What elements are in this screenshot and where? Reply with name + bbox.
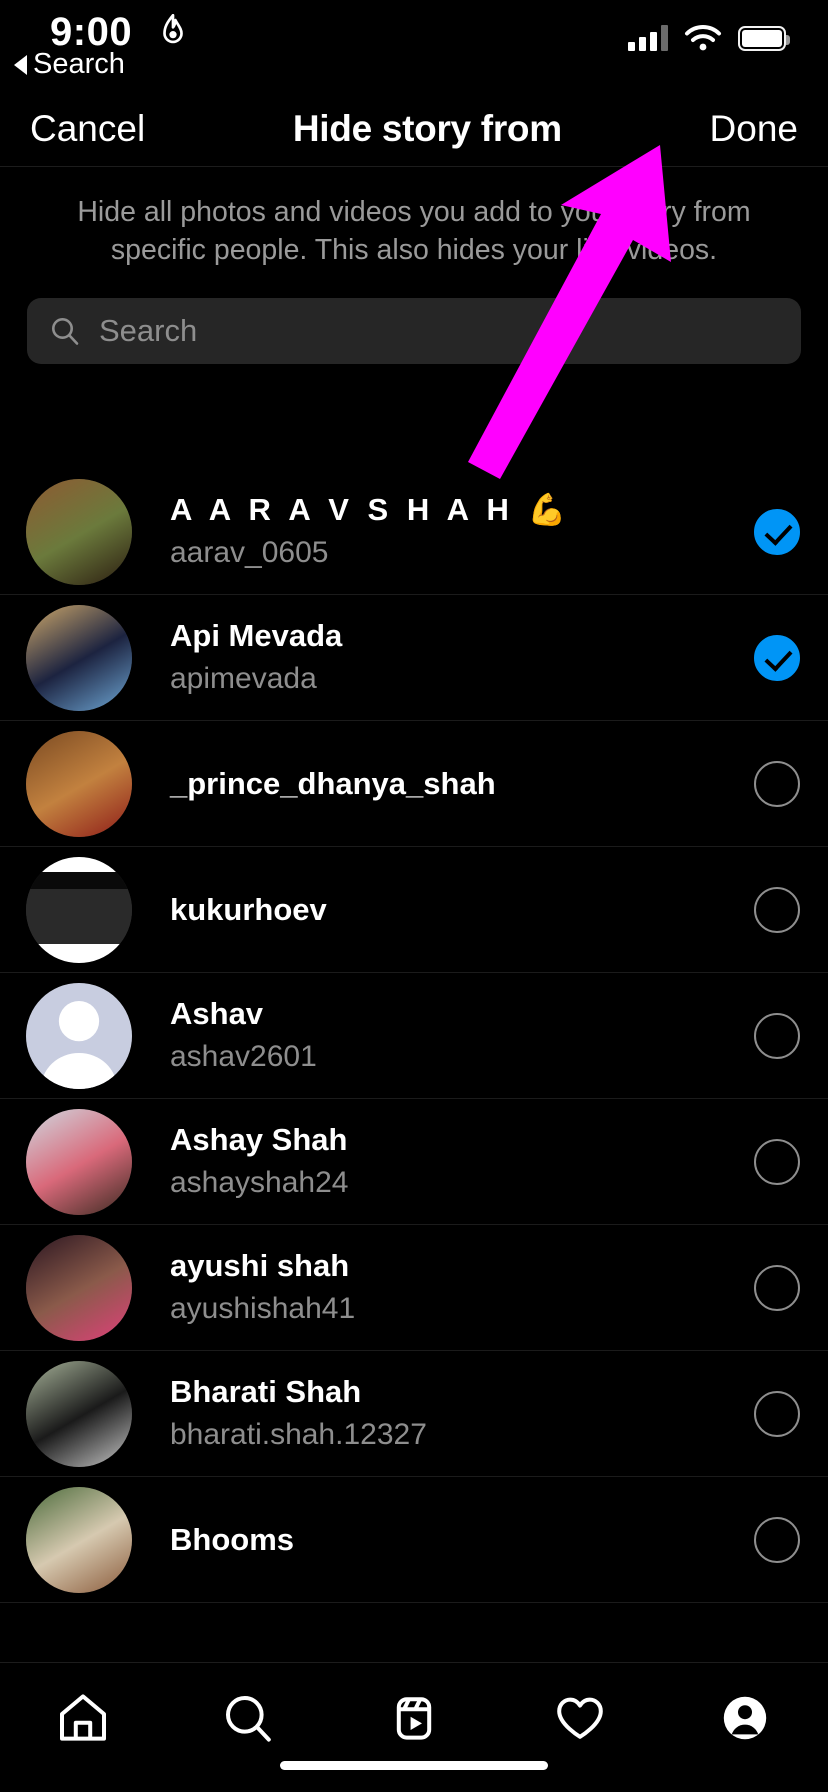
checkbox-unchecked-icon[interactable]: [754, 886, 800, 933]
page-title: Hide story from: [292, 108, 562, 149]
home-indicator: [280, 1761, 548, 1770]
user-names: Ashay Shah ashayshah24: [132, 1121, 754, 1202]
reels-icon: [396, 1697, 432, 1740]
avatar-image: [26, 1486, 132, 1593]
user-username: _prince_dhanya_shah: [170, 765, 496, 801]
avatar-image: [26, 982, 132, 1089]
avatar: [26, 856, 132, 963]
tab-search[interactable]: [166, 1683, 332, 1753]
user-row[interactable]: Api Mevada apimevada: [0, 595, 828, 721]
avatar: [26, 1486, 132, 1593]
user-names: Ashav ashav2601: [132, 995, 754, 1076]
user-fullname: Ashay Shah: [170, 1122, 348, 1158]
user-username: kukurhoev: [170, 891, 327, 927]
search-placeholder: Search: [99, 312, 198, 348]
user-fullname: Api Mevada: [170, 618, 343, 654]
checkbox-unchecked-icon[interactable]: [754, 1390, 800, 1437]
user-row[interactable]: Bharati Shah bharati.shah.12327: [0, 1351, 828, 1477]
avatar-image: [26, 604, 132, 711]
avatar-image: [26, 1108, 132, 1215]
signal-bars-icon: [628, 25, 668, 51]
user-names: ayushi shah ayushishah41: [132, 1247, 754, 1328]
user-row[interactable]: ayushi shah ayushishah41: [0, 1225, 828, 1351]
user-row[interactable]: Ashav ashav2601: [0, 973, 828, 1099]
avatar-image: [26, 856, 132, 963]
user-username: ayushishah41: [170, 1291, 356, 1325]
flame-icon: [163, 14, 183, 44]
instagram-hide-story-screen: 9:00 Search Cancel Hide story from Done: [0, 0, 828, 1792]
user-list[interactable]: A A R A V S H A H 💪 aarav_0605 Api Mevada a…: [0, 469, 828, 1662]
search-icon: [52, 317, 79, 345]
heart-icon: [556, 1697, 603, 1739]
avatar: [26, 1360, 132, 1467]
search-container: Search: [0, 290, 828, 378]
user-fullname: Ashav: [170, 996, 264, 1032]
navigation-bar: Cancel Hide story from Done: [0, 92, 828, 167]
user-names: Bhooms: [132, 1521, 754, 1559]
checkbox-checked-icon[interactable]: [754, 508, 800, 555]
user-fullname: A A R A V S H A H 💪: [170, 492, 572, 528]
status-bar-indicators: [628, 24, 790, 52]
cancel-button[interactable]: Cancel: [30, 108, 145, 150]
tab-profile[interactable]: [662, 1683, 828, 1753]
user-fullname: Bharati Shah: [170, 1374, 362, 1410]
back-to-search-link[interactable]: Search: [14, 48, 125, 81]
user-username: apimevada: [170, 661, 317, 695]
user-names: Api Mevada apimevada: [132, 617, 754, 698]
user-row[interactable]: kukurhoev: [0, 847, 828, 973]
done-button[interactable]: Done: [710, 108, 798, 150]
tab-home[interactable]: [0, 1683, 166, 1753]
user-username: ashayshah24: [170, 1165, 349, 1199]
checkbox-checked-icon[interactable]: [754, 634, 800, 681]
checkbox-unchecked-icon[interactable]: [754, 1264, 800, 1311]
user-names: A A R A V S H A H 💪 aarav_0605: [132, 491, 754, 572]
avatar: [26, 1234, 132, 1341]
avatar: [26, 730, 132, 837]
search-icon: [226, 1696, 272, 1742]
home-icon: [59, 1694, 106, 1741]
back-link-label: Search: [33, 48, 125, 80]
user-row[interactable]: Ashay Shah ashayshah24: [0, 1099, 828, 1225]
checkbox-unchecked-icon[interactable]: [754, 760, 800, 807]
profile-avatar-icon: [723, 1696, 767, 1740]
user-names: _prince_dhanya_shah: [132, 766, 754, 802]
search-field[interactable]: Search: [27, 297, 801, 364]
avatar: [26, 478, 132, 585]
avatar-image: [26, 730, 132, 837]
bottom-tab-bar: [0, 1662, 828, 1792]
battery-icon: [738, 25, 790, 51]
user-row[interactable]: _prince_dhanya_shah: [0, 721, 828, 847]
tab-reels[interactable]: [331, 1683, 497, 1753]
user-username: aarav_0605: [170, 535, 329, 569]
user-names: kukurhoev: [132, 892, 754, 928]
user-username: ashav2601: [170, 1039, 317, 1073]
description-text: Hide all photos and videos you add to yo…: [77, 196, 751, 267]
checkbox-unchecked-icon[interactable]: [754, 1516, 800, 1563]
tab-activity[interactable]: [497, 1683, 663, 1753]
avatar-image: [26, 1234, 132, 1341]
user-names: Bharati Shah bharati.shah.12327: [132, 1373, 754, 1454]
wifi-icon: [685, 25, 721, 51]
user-row[interactable]: Bhooms: [0, 1477, 828, 1603]
checkbox-unchecked-icon[interactable]: [754, 1012, 800, 1059]
avatar: [26, 982, 132, 1089]
user-username: bharati.shah.12327: [170, 1417, 427, 1451]
avatar: [26, 1108, 132, 1215]
checkbox-unchecked-icon[interactable]: [754, 1138, 800, 1185]
user-fullname: Bhooms: [170, 1521, 294, 1557]
status-bar: 9:00 Search: [0, 0, 828, 92]
user-fullname: ayushi shah: [170, 1248, 350, 1284]
back-triangle-icon: [14, 54, 27, 75]
user-row[interactable]: A A R A V S H A H 💪 aarav_0605: [0, 469, 828, 595]
avatar-image: [26, 1360, 132, 1467]
avatar-image: [26, 478, 132, 585]
avatar: [26, 604, 132, 711]
